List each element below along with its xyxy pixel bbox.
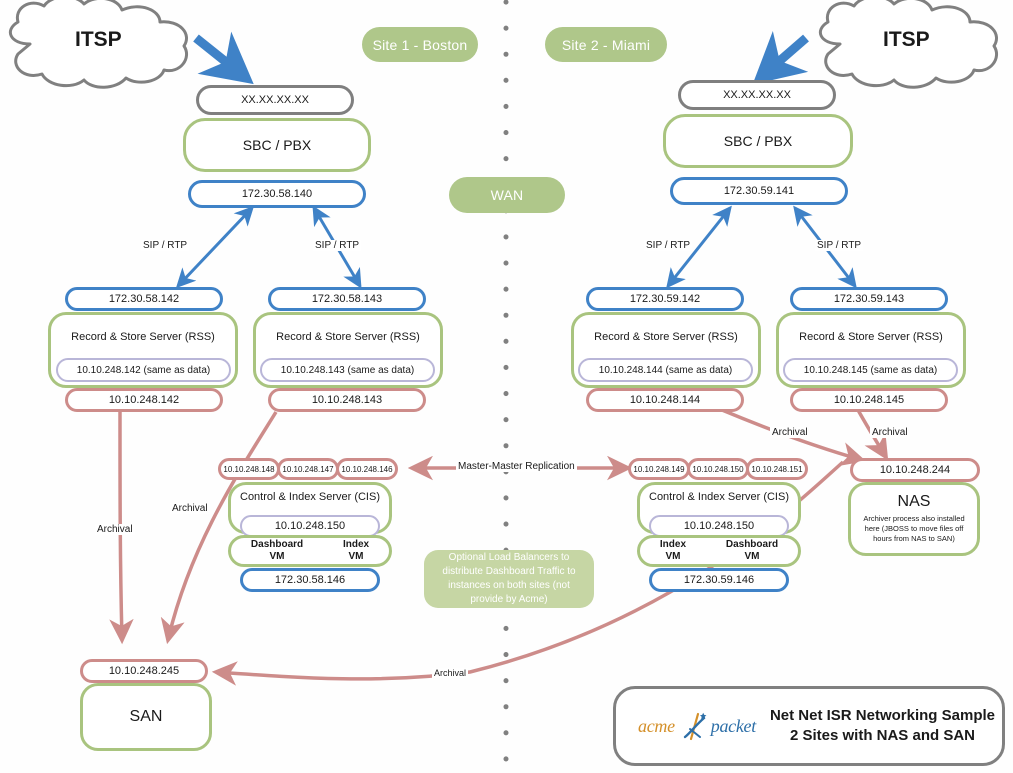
- label-sip-rtp-r2: SIP / RTP: [815, 240, 864, 251]
- label-sip-rtp-r1: SIP / RTP: [644, 240, 693, 251]
- cis-net-ip-left: 172.30.58.146: [240, 568, 380, 592]
- cis-vm-right-index: Index VM: [660, 539, 686, 563]
- rss1-name-left: Record & Store Server (RSS): [71, 331, 215, 343]
- rss1-sig-ip-left: 172.30.58.142: [65, 287, 223, 311]
- rss2-data-ip-left: 10.10.248.143: [268, 388, 426, 412]
- nas-note: Archiver process also installed here (JB…: [863, 514, 965, 543]
- cis-vm-right-index-l2: VM: [665, 551, 681, 562]
- cis-vm-right-dashboard-l2: VM: [744, 551, 760, 562]
- rss1-data-ip-left: 10.10.248.142: [65, 388, 223, 412]
- diagram-title-line1: Net Net ISR Networking Sample: [769, 707, 995, 724]
- cis-chip-left-1: 10.10.248.148: [218, 458, 280, 480]
- cis-vm-left-dashboard-l2: VM: [269, 551, 285, 562]
- san-box: SAN: [80, 683, 212, 751]
- sbc-pbx-left: SBC / PBX: [183, 118, 371, 172]
- logo-packet-text: packet: [710, 715, 756, 736]
- acme-packet-logo: acme packet: [638, 711, 756, 741]
- acme-packet-mark-icon: [683, 712, 707, 741]
- diagram-title: Net Net ISR Networking Sample 2 Sites wi…: [770, 706, 995, 746]
- cis-chip-left-3: 10.10.248.146: [336, 458, 398, 480]
- cis-name-right: Control & Index Server (CIS): [649, 491, 789, 503]
- cis-vm-left-index: Index VM: [343, 539, 369, 563]
- rss4-data-ip-right: 10.10.248.145: [790, 388, 948, 412]
- nas-ip: 10.10.248.244: [850, 458, 980, 482]
- cis-chip-right-2: 10.10.248.150: [687, 458, 749, 480]
- san-ip: 10.10.248.245: [80, 659, 208, 683]
- cis-vm-right-dashboard: Dashboard VM: [726, 539, 778, 563]
- rss3-data-ip-right: 10.10.248.144: [586, 388, 744, 412]
- site-badge-boston: Site 1 - Boston: [362, 27, 478, 62]
- logo-acme-text: acme: [638, 715, 675, 736]
- rss2-name-left: Record & Store Server (RSS): [276, 331, 420, 343]
- cis-chip-right-1: 10.10.248.149: [628, 458, 690, 480]
- sbc-public-ip-right: XX.XX.XX.XX: [678, 80, 836, 110]
- itsp-label-right: ITSP: [883, 28, 930, 51]
- diagram-title-line2: 2 Sites with NAS and SAN: [789, 727, 975, 744]
- rss3-mgmt-ip-right: 10.10.248.144 (same as data): [578, 358, 753, 382]
- rss2-mgmt-ip-left: 10.10.248.143 (same as data): [260, 358, 435, 382]
- cis-vm-right-dashboard-l1: Dashboard: [725, 539, 779, 550]
- cis-vm-row-left: Dashboard VM Index VM: [228, 535, 392, 567]
- sbc-pbx-right: SBC / PBX: [663, 114, 853, 168]
- arrow-sip-rtp-l1: [175, 205, 255, 289]
- rss4-sig-ip-right: 172.30.59.143: [790, 287, 948, 311]
- nas-box: NAS Archiver process also installed here…: [848, 482, 980, 556]
- sbc-lan-ip-left: 172.30.58.140: [188, 180, 366, 208]
- rss3-name-right: Record & Store Server (RSS): [594, 331, 738, 343]
- site-badge-miami: Site 2 - Miami: [545, 27, 667, 62]
- label-sip-rtp-l1: SIP / RTP: [141, 240, 190, 251]
- arrow-itsp-to-sbc-left: [193, 31, 254, 85]
- cis-vm-left-index-l2: VM: [348, 551, 364, 562]
- cis-chip-left-2: 10.10.248.147: [277, 458, 339, 480]
- cis-mgmt-ip-right: 10.10.248.150: [649, 515, 789, 537]
- sbc-lan-ip-right: 172.30.59.141: [670, 177, 848, 205]
- itsp-label-left: ITSP: [75, 28, 122, 51]
- label-archival-nas-san: Archival: [432, 668, 469, 678]
- load-balancer-note: Optional Load Balancers to distribute Da…: [424, 550, 594, 608]
- label-archival-rss2: Archival: [170, 503, 210, 514]
- cis-mgmt-ip-left: 10.10.248.150: [240, 515, 380, 537]
- label-archival-rss3: Archival: [770, 427, 810, 438]
- cis-vm-left-dashboard-l1: Dashboard: [250, 539, 304, 550]
- label-master-master-replication: Master-Master Replication: [456, 461, 577, 472]
- label-sip-rtp-l2: SIP / RTP: [313, 240, 362, 251]
- rss1-mgmt-ip-left: 10.10.248.142 (same as data): [56, 358, 231, 382]
- wan-badge: WAN: [449, 177, 565, 213]
- network-diagram-canvas: ITSP ITSP Site 1 - Boston Site 2 - Miami…: [0, 0, 1013, 773]
- cis-name-left: Control & Index Server (CIS): [240, 491, 380, 503]
- label-archival-rss1: Archival: [95, 524, 135, 535]
- rss4-mgmt-ip-right: 10.10.248.145 (same as data): [783, 358, 958, 382]
- nas-label: NAS: [897, 493, 931, 510]
- cis-net-ip-right: 172.30.59.146: [649, 568, 789, 592]
- cis-vm-right-index-l1: Index: [659, 539, 687, 550]
- rss4-name-right: Record & Store Server (RSS): [799, 331, 943, 343]
- cis-vm-left-index-l1: Index: [342, 539, 370, 550]
- arrow-itsp-to-sbc-right: [752, 31, 809, 85]
- title-logo-box: acme packet Net Net ISR Networking Sampl…: [613, 686, 1005, 766]
- cis-vm-left-dashboard: Dashboard VM: [251, 539, 303, 563]
- cis-chip-right-3: 10.10.248.151: [746, 458, 808, 480]
- sbc-public-ip-left: XX.XX.XX.XX: [196, 85, 354, 115]
- rss2-sig-ip-left: 172.30.58.143: [268, 287, 426, 311]
- cis-vm-row-right: Index VM Dashboard VM: [637, 535, 801, 567]
- rss3-sig-ip-right: 172.30.59.142: [586, 287, 744, 311]
- label-archival-rss4: Archival: [870, 427, 910, 438]
